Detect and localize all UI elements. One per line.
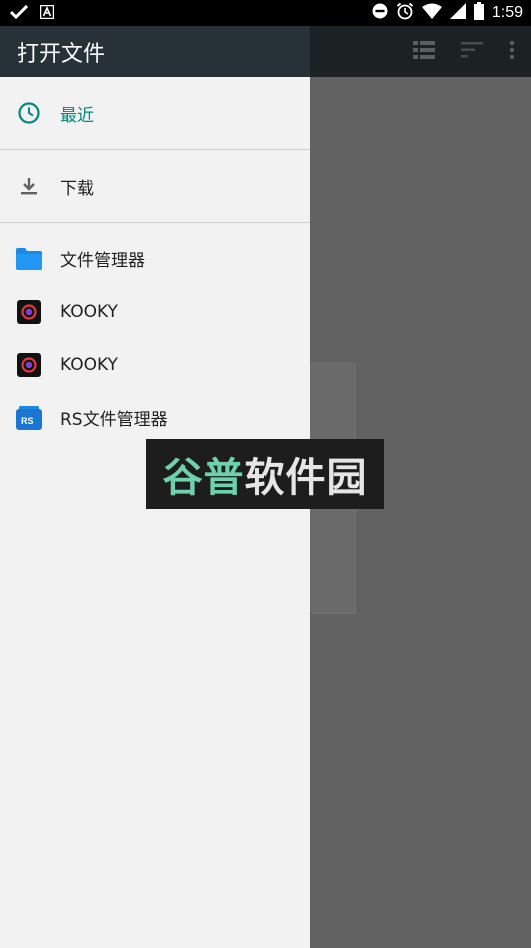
sort-icon[interactable] (461, 41, 483, 62)
do-not-disturb-icon (372, 3, 388, 23)
drawer-item-label: RS文件管理器 (60, 410, 168, 430)
drawer-item-label: 下载 (60, 178, 94, 199)
download-icon (16, 173, 42, 199)
drawer-item-file-manager[interactable]: 文件管理器 (0, 232, 310, 285)
more-vert-icon[interactable] (509, 40, 515, 64)
signal-icon (449, 3, 466, 23)
kooky-app-icon (16, 352, 42, 378)
status-time: 1:59 (491, 4, 523, 21)
rs-file-manager-icon: RS (16, 405, 42, 431)
drawer-item-kooky-2[interactable]: KOOKY (0, 338, 310, 391)
drawer-item-kooky-1[interactable]: KOOKY (0, 285, 310, 338)
app-a-icon (39, 4, 55, 23)
alarm-icon (396, 2, 414, 24)
kooky-app-icon (16, 299, 42, 325)
wifi-icon (421, 3, 442, 23)
drawer-title: 打开文件 (17, 41, 106, 67)
check-icon (9, 4, 29, 23)
toolbar-actions (413, 26, 531, 77)
drawer-item-label: KOOKY (60, 301, 118, 322)
battery-icon (473, 2, 484, 24)
drawer-item-download[interactable]: 下载 (0, 150, 310, 222)
drawer-header: 打开文件 (0, 26, 310, 77)
drawer-item-rs-file-manager[interactable]: RS RS文件管理器 (0, 391, 310, 444)
drawer-item-label: 文件管理器 (60, 251, 145, 271)
list-view-icon[interactable] (413, 40, 435, 63)
clock-icon (16, 100, 42, 126)
status-bar: 1:59 (0, 0, 531, 26)
watermark-logo: 谷普软件园 (146, 439, 384, 509)
folder-icon (16, 246, 42, 272)
drawer-item-recent[interactable]: 最近 (0, 77, 310, 149)
drawer-item-label: KOOKY (60, 354, 118, 375)
drawer-item-label: 最近 (60, 105, 94, 126)
svg-text:RS: RS (21, 416, 34, 426)
